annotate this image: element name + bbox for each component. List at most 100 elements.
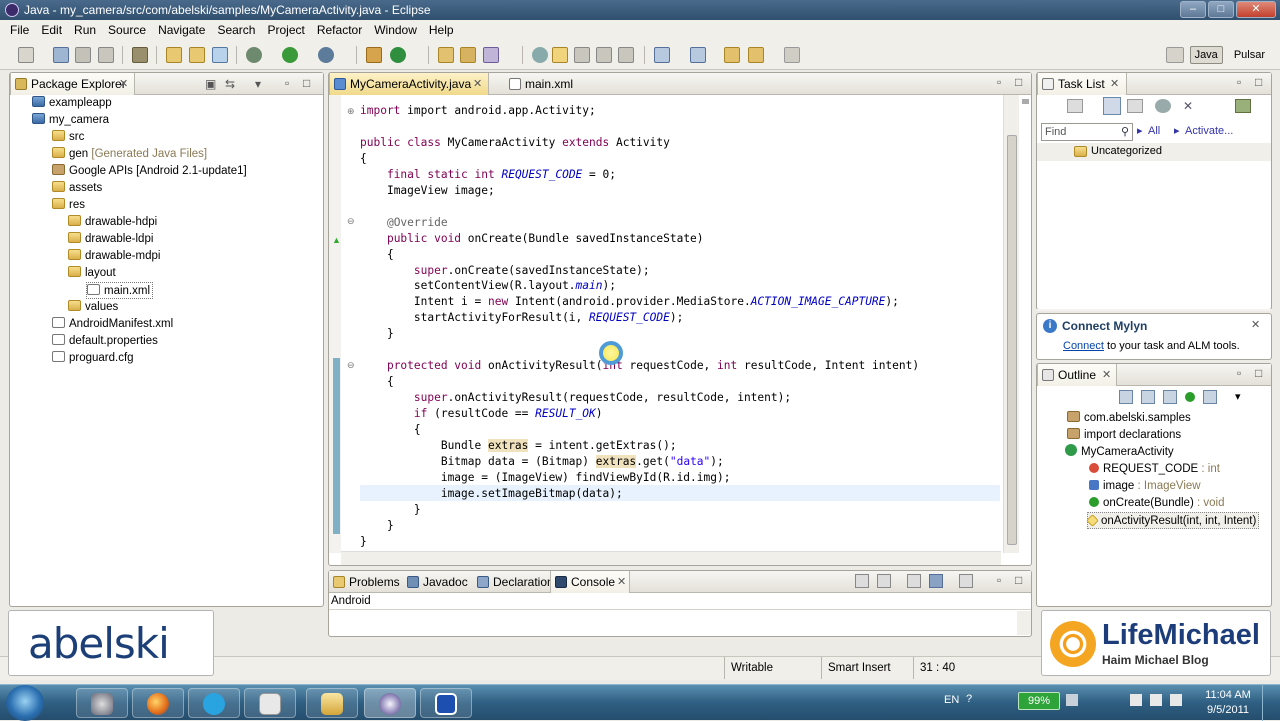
close-icon[interactable]: ✕ <box>119 73 128 95</box>
menu-edit[interactable]: Edit <box>35 23 68 37</box>
tab-task-list[interactable]: Task List ✕ <box>1037 73 1127 95</box>
tree-item-drawable-ldpi[interactable]: drawable-ldpi <box>68 231 153 248</box>
hide-completed-icon[interactable]: ✕ <box>1183 99 1199 113</box>
outline-item-package[interactable]: com.abelski.samples <box>1067 410 1191 427</box>
sort-icon[interactable] <box>1119 390 1133 404</box>
outline-item-onactivityresult[interactable]: onActivityResult(int, int, Intent) <box>1086 512 1260 529</box>
print-icon[interactable] <box>98 47 114 63</box>
hide-local-types-icon[interactable] <box>1203 390 1217 404</box>
external-tools-icon[interactable] <box>318 47 334 63</box>
mark-occurrences-icon[interactable] <box>552 47 568 63</box>
tab-console[interactable]: Console ✕ <box>550 571 630 593</box>
minimize-view-icon[interactable]: ▫ <box>1237 75 1241 89</box>
clock[interactable]: 11:04 AM 9/5/2011 <box>1202 688 1254 718</box>
tree-item-main-xml[interactable]: main.xml <box>86 282 154 299</box>
tree-item-exampleapp[interactable]: exampleapp <box>32 95 112 112</box>
tree-item-drawable-hdpi[interactable]: drawable-hdpi <box>68 214 157 231</box>
tree-item-default-properties[interactable]: default.properties <box>52 333 158 350</box>
tab-javadoc[interactable]: Javadoc <box>403 571 473 593</box>
new-icon[interactable] <box>18 47 34 63</box>
focus-icon[interactable] <box>1155 99 1171 113</box>
outline-item-imports[interactable]: import declarations <box>1067 427 1181 444</box>
tree-item-src[interactable]: src <box>52 129 84 146</box>
hide-static-icon[interactable] <box>1163 390 1177 404</box>
close-icon[interactable]: ✕ <box>1102 364 1111 386</box>
minimize-view-icon[interactable]: ▫ <box>1237 366 1241 380</box>
taskbar-app-button[interactable] <box>132 688 184 718</box>
taskbar-app-button[interactable] <box>244 688 296 718</box>
show-desktop-button[interactable] <box>1262 685 1280 721</box>
tree-item-android-manifest[interactable]: AndroidManifest.xml <box>52 316 173 333</box>
volume-icon[interactable] <box>1170 694 1182 706</box>
toggle-breadcrumb-icon[interactable] <box>532 47 548 63</box>
menu-project[interactable]: Project <box>261 23 310 37</box>
hide-nonpublic-icon[interactable] <box>1185 392 1195 402</box>
block-selection-icon[interactable] <box>574 47 590 63</box>
vertical-scrollbar[interactable] <box>1003 95 1019 553</box>
categorized-icon[interactable] <box>1103 97 1121 115</box>
maximize-view-icon[interactable]: □ <box>1255 366 1262 380</box>
pin-console-icon[interactable] <box>907 574 921 588</box>
maximize-view-icon[interactable]: □ <box>1015 573 1022 587</box>
tab-problems[interactable]: Problems <box>329 571 401 593</box>
tree-item-assets[interactable]: assets <box>52 180 102 197</box>
menu-navigate[interactable]: Navigate <box>152 23 211 37</box>
activate-link[interactable]: ▸ Activate... <box>1174 124 1233 137</box>
last-edit-icon[interactable] <box>724 47 740 63</box>
view-menu-icon[interactable]: ▾ <box>255 77 261 91</box>
menu-window[interactable]: Window <box>368 23 423 37</box>
outline-item-image[interactable]: image : ImageView <box>1089 478 1201 495</box>
tree-item-drawable-mdpi[interactable]: drawable-mdpi <box>68 248 160 265</box>
perspective-pulsar[interactable]: Pulsar <box>1229 46 1270 64</box>
new-file-icon[interactable] <box>212 47 228 63</box>
flag-icon[interactable] <box>1130 694 1142 706</box>
open-perspective-icon[interactable] <box>1165 47 1184 63</box>
android-sdk-icon[interactable] <box>132 47 148 63</box>
search-tool-icon[interactable] <box>483 47 499 63</box>
scheduled-icon[interactable] <box>1127 99 1143 113</box>
open-type-icon[interactable] <box>438 47 454 63</box>
scroll-lock-icon[interactable] <box>877 574 891 588</box>
menu-search[interactable]: Search <box>211 23 261 37</box>
display-console-icon[interactable] <box>929 574 943 588</box>
taskbar-app-button[interactable] <box>76 688 128 718</box>
menu-refactor[interactable]: Refactor <box>311 23 368 37</box>
new-java-project-icon[interactable] <box>366 47 382 63</box>
new-class-icon[interactable] <box>390 47 406 63</box>
tab-declaration[interactable]: Declaration <box>473 571 554 593</box>
previous-annotation-icon[interactable] <box>690 47 706 63</box>
tab-mycameraactivity[interactable]: MyCameraActivity.java ✕ <box>329 73 489 95</box>
console-scrollbar[interactable] <box>1017 611 1031 635</box>
maximize-view-icon[interactable]: □ <box>1015 75 1022 89</box>
minimize-view-icon[interactable]: ▫ <box>997 573 1001 587</box>
code-editor[interactable]: import import android.app.Activity; publ… <box>360 103 919 550</box>
fold-icon[interactable]: ⊕ <box>347 106 355 117</box>
debug-icon[interactable] <box>246 47 262 63</box>
show-whitespace-icon[interactable] <box>596 47 612 63</box>
collapse-all-icon[interactable]: ▣ <box>205 77 216 91</box>
tree-item-google-apis[interactable]: Google APIs [Android 2.1-update1] <box>52 163 247 180</box>
outline-item-oncreate[interactable]: onCreate(Bundle) : void <box>1089 495 1224 512</box>
tab-main-xml[interactable]: main.xml <box>505 73 595 95</box>
clear-console-icon[interactable] <box>855 574 869 588</box>
save-icon[interactable] <box>53 47 69 63</box>
find-input[interactable]: Find ⚲ <box>1041 123 1133 141</box>
category-row[interactable]: Uncategorized <box>1037 143 1271 161</box>
tree-item-res[interactable]: res <box>52 197 85 214</box>
open-task-icon[interactable] <box>460 47 476 63</box>
horizontal-scrollbar[interactable] <box>341 551 1001 565</box>
tree-item-my-camera[interactable]: my_camera <box>32 112 109 129</box>
tab-outline[interactable]: Outline ✕ <box>1037 364 1117 386</box>
new-task-icon[interactable] <box>1067 99 1083 113</box>
close-icon[interactable]: ✕ <box>617 571 626 593</box>
maximize-view-icon[interactable]: □ <box>1255 75 1262 89</box>
taskbar-app-button[interactable] <box>364 688 416 718</box>
tree-item-gen[interactable]: gen [Generated Java Files] <box>52 146 207 163</box>
new-project-icon[interactable] <box>166 47 182 63</box>
menu-run[interactable]: Run <box>68 23 102 37</box>
maximize-view-icon[interactable]: □ <box>303 76 310 90</box>
save-all-icon[interactable] <box>75 47 91 63</box>
perspective-java[interactable]: Java <box>1189 46 1223 64</box>
run-icon[interactable] <box>282 47 298 63</box>
outline-item-class[interactable]: MyCameraActivity <box>1065 444 1174 461</box>
